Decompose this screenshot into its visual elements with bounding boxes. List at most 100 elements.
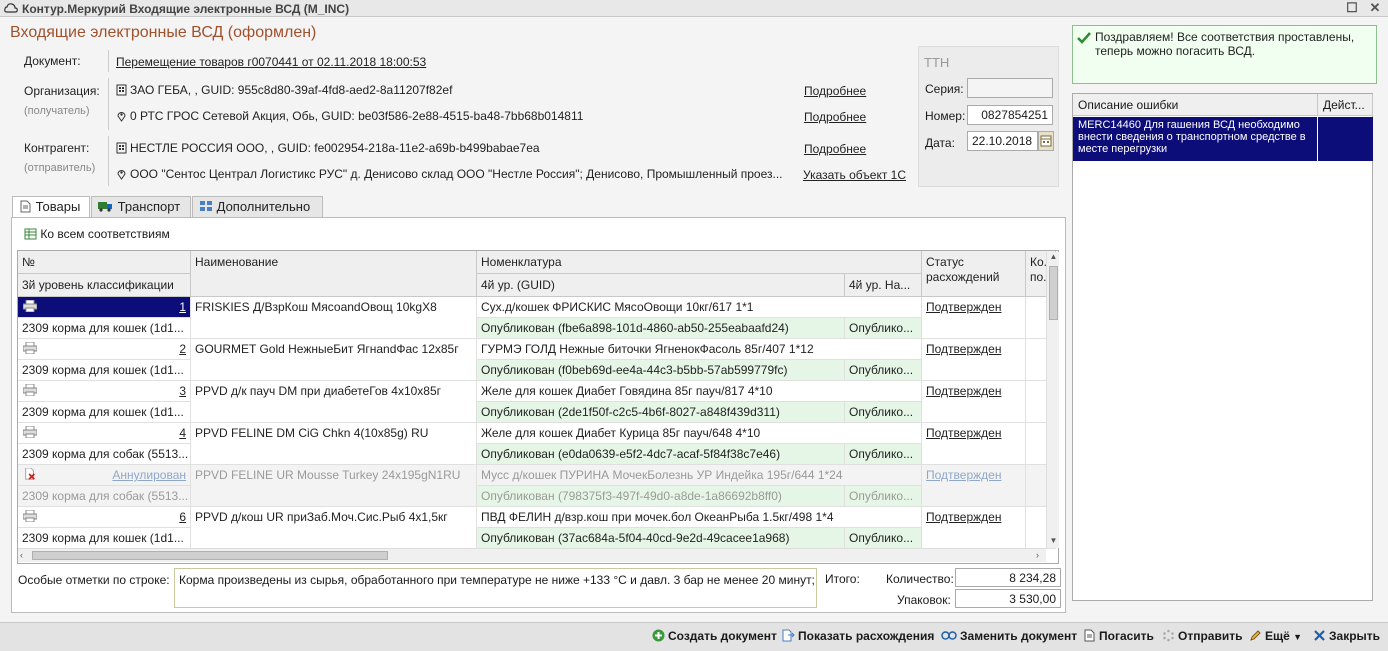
- column-header-num[interactable]: №: [18, 251, 191, 274]
- organization-label: Организация:: [24, 84, 100, 98]
- table-row-num[interactable]: 2: [18, 339, 191, 360]
- table-row-level3[interactable]: 2309 корма для собак (5513...: [18, 444, 191, 465]
- table-row-guid[interactable]: Опубликован (fbe6a898-101d-4860-ab50-255…: [477, 318, 845, 339]
- close-icon: [1314, 630, 1325, 641]
- column-header-error-description[interactable]: Описание ошибки: [1073, 94, 1318, 116]
- table-row-level3[interactable]: 2309 корма для кошек (1d1...: [18, 360, 191, 381]
- counterparty-label: Контрагент:: [24, 141, 90, 155]
- table-row-l4[interactable]: Опублико...: [845, 360, 922, 381]
- specify-1c-object-link[interactable]: Указать объект 1С: [803, 168, 906, 182]
- table-row-num[interactable]: 3: [18, 381, 191, 402]
- separator: [108, 78, 109, 130]
- table-row-l4[interactable]: Опублико...: [845, 444, 922, 465]
- ttn-panel: ТТН Серия: Номер: 0827854251 Дата: 22.10…: [918, 46, 1059, 187]
- scroll-right-arrow-icon[interactable]: ›: [1036, 550, 1046, 562]
- error-row[interactable]: MERC14460 Для гашения ВСД необходимо вне…: [1073, 117, 1317, 161]
- close-button[interactable]: Закрыть: [1313, 629, 1380, 643]
- ttn-date-field[interactable]: 22.10.2018: [967, 131, 1038, 151]
- scroll-left-arrow-icon[interactable]: ‹: [20, 550, 30, 562]
- notes-field[interactable]: Корма произведены из сырья, обработанног…: [174, 568, 817, 608]
- scroll-thumb[interactable]: [1049, 266, 1058, 320]
- table-row-l4[interactable]: Опублико...: [845, 318, 922, 339]
- table-row-status[interactable]: Подтвержден: [922, 465, 1026, 507]
- scroll-down-arrow-icon[interactable]: ▼: [1048, 536, 1059, 547]
- window-titlebar: Контур.Меркурий Входящие электронные ВСД…: [0, 0, 1388, 17]
- tab-transport[interactable]: Транспорт: [91, 196, 191, 217]
- table-row-num[interactable]: 1: [18, 297, 191, 318]
- ttn-series-field[interactable]: [967, 78, 1053, 98]
- table-row-l4[interactable]: Опублико...: [845, 486, 922, 507]
- column-header-nomenclature[interactable]: Номенклатура: [477, 251, 922, 274]
- quantity-label: Количество:: [886, 572, 954, 586]
- table-row-status[interactable]: Подтвержден: [922, 507, 1026, 549]
- scroll-up-arrow-icon[interactable]: ▲: [1048, 252, 1059, 263]
- table-row-nomenclature[interactable]: Желе для кошек Диабет Говядина 85г пауч/…: [477, 381, 922, 402]
- column-header-error-action[interactable]: Дейст...: [1318, 94, 1373, 116]
- table-row-level3[interactable]: 2309 корма для кошек (1d1...: [18, 528, 191, 549]
- maximize-button[interactable]: ☐: [1345, 1, 1359, 15]
- more-button[interactable]: Ещё ▼: [1249, 629, 1302, 643]
- counterparty-more-link[interactable]: Подробнее: [804, 142, 866, 156]
- scroll-thumb[interactable]: [32, 551, 388, 560]
- column-header-level4-name[interactable]: 4й ур. На...: [845, 274, 922, 297]
- table-row-nomenclature[interactable]: Мусс д/кошек ПУРИНА МочекБолезнь УР Инде…: [477, 465, 922, 486]
- create-document-button[interactable]: Создать документ: [652, 629, 777, 643]
- error-row-action[interactable]: [1318, 117, 1373, 161]
- table-row-level3[interactable]: 2309 корма для кошек (1d1...: [18, 402, 191, 423]
- column-header-name[interactable]: Наименование: [191, 251, 477, 297]
- printer-icon: [23, 426, 37, 438]
- organization-more-link[interactable]: Подробнее: [804, 84, 866, 98]
- table-row-guid[interactable]: Опубликован (2de1f50f-c2c5-4b6f-8027-a84…: [477, 402, 845, 423]
- separator: [108, 136, 109, 186]
- table-row-level3[interactable]: 2309 корма для собак (5513...: [18, 486, 191, 507]
- ttn-number-field[interactable]: 0827854251: [967, 105, 1053, 125]
- table-row-nomenclature[interactable]: Сух.д/кошек ФРИСКИС МясоОвощи 10кг/617 1…: [477, 297, 922, 318]
- table-row-level3[interactable]: 2309 корма для кошек (1d1...: [18, 318, 191, 339]
- table-row-name[interactable]: PPVD FELINE UR Mousse Turkey 24x195gN1RU: [191, 465, 477, 507]
- table-row-num[interactable]: Аннулирован: [18, 465, 191, 486]
- organization-location-more-link[interactable]: Подробнее: [804, 110, 866, 124]
- cloud-icon: [4, 3, 18, 13]
- table-row-status[interactable]: Подтвержден: [922, 423, 1026, 465]
- table-row-name[interactable]: FRISKIES Д/ВзрКош МясоandОвощ 10kgX8: [191, 297, 477, 339]
- replace-document-button[interactable]: Заменить документ: [941, 629, 1077, 643]
- table-row-l4[interactable]: Опублико...: [845, 402, 922, 423]
- document-icon: [1084, 629, 1095, 642]
- column-header-status[interactable]: Статус расхождений: [922, 251, 1026, 297]
- show-discrepancies-button[interactable]: Показать расхождения: [782, 629, 934, 643]
- table-row-guid[interactable]: Опубликован (e0da0639-e5f2-4dc7-acaf-5f8…: [477, 444, 845, 465]
- table-row-status[interactable]: Подтвержден: [922, 339, 1026, 381]
- building-icon: [116, 84, 127, 96]
- ttn-number-label: Номер:: [925, 109, 966, 123]
- document-link[interactable]: Перемещение товаров г0070441 от 02.11.20…: [116, 55, 426, 69]
- redeem-button[interactable]: Погасить: [1083, 629, 1154, 643]
- close-window-button[interactable]: ✕: [1368, 1, 1382, 15]
- calendar-icon[interactable]: [1038, 131, 1054, 151]
- table-row-name[interactable]: PPVD д/к пауч DM при диабетеГов 4x10x85г: [191, 381, 477, 423]
- table-row-name[interactable]: PPVD FELINE DM CiG Chkn 4(10x85g) RU: [191, 423, 477, 465]
- table-row-nomenclature[interactable]: ПВД ФЕЛИН д/взр.кош при мочек.бол ОкеанР…: [477, 507, 922, 528]
- table-row-name[interactable]: GOURMET Gold НежныеБит ЯгнandФас 12x85г: [191, 339, 477, 381]
- column-header-level3[interactable]: 3й уровень классификации: [18, 274, 191, 297]
- table-row-nomenclature[interactable]: ГУРМЭ ГОЛД Нежные биточки ЯгненокФасоль …: [477, 339, 922, 360]
- column-header-level4-guid[interactable]: 4й ур. (GUID): [477, 274, 845, 297]
- table-row-guid[interactable]: Опубликован (798375f3-497f-49d0-a8de-1a8…: [477, 486, 845, 507]
- tab-goods[interactable]: Товары: [12, 196, 90, 218]
- all-matches-button[interactable]: Ко всем соответствиям: [24, 227, 170, 241]
- building-icon: [116, 142, 127, 154]
- tab-additional[interactable]: Дополнительно: [192, 196, 323, 217]
- table-row-nomenclature[interactable]: Желе для кошек Диабет Курица 85г пауч/64…: [477, 423, 922, 444]
- table-row-name[interactable]: PPVD д/кош UR приЗаб.Моч.Сис.Рыб 4x1,5кг: [191, 507, 477, 549]
- table-row-status[interactable]: Подтвержден: [922, 297, 1026, 339]
- vertical-scrollbar[interactable]: ▲ ▼: [1046, 252, 1059, 548]
- horizontal-scrollbar[interactable]: ‹ ›: [18, 548, 1046, 562]
- counterparty-line1: НЕСТЛЕ РОССИЯ ООО, , GUID: fe002954-218a…: [116, 141, 540, 155]
- table-row-num[interactable]: 4: [18, 423, 191, 444]
- table-row-guid[interactable]: Опубликован (f0beb69d-ee4a-44c3-b5bb-57a…: [477, 360, 845, 381]
- table-row-guid[interactable]: Опубликован (37ac684a-5f04-40cd-9e2d-49c…: [477, 528, 845, 549]
- send-button[interactable]: Отправить: [1162, 629, 1242, 643]
- table-row-l4[interactable]: Опублико...: [845, 528, 922, 549]
- printer-icon: [23, 510, 37, 522]
- table-row-status[interactable]: Подтвержден: [922, 381, 1026, 423]
- table-row-num[interactable]: 6: [18, 507, 191, 528]
